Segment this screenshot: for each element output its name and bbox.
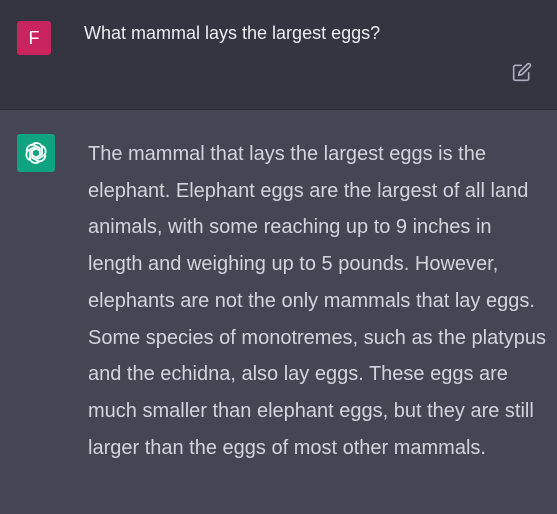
user-message-text: What mammal lays the largest eggs?	[84, 23, 381, 43]
user-message-row: F What mammal lays the largest eggs?	[0, 0, 557, 110]
user-avatar: F	[17, 21, 51, 55]
edit-icon[interactable]	[512, 62, 532, 82]
assistant-message-text: The mammal that lays the largest eggs is…	[88, 143, 547, 459]
assistant-message-row: The mammal that lays the largest eggs is…	[0, 110, 557, 514]
openai-logo-icon	[25, 142, 47, 164]
assistant-avatar	[17, 134, 55, 172]
